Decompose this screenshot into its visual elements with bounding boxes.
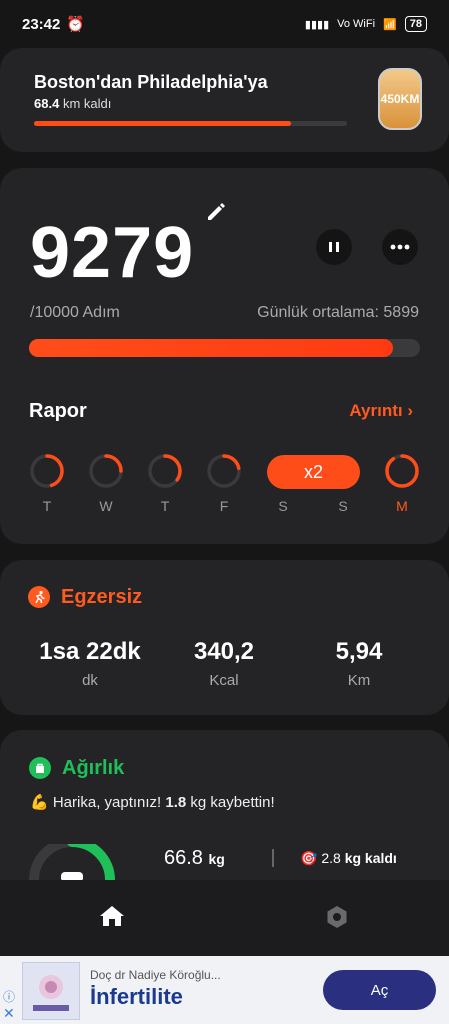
day-label: S bbox=[338, 498, 348, 514]
running-icon bbox=[28, 586, 50, 608]
exercise-duration-unit: dk bbox=[82, 672, 98, 689]
day-label: T bbox=[42, 498, 52, 514]
step-progress-bar bbox=[29, 339, 420, 357]
alarm-icon: ⏰ bbox=[66, 16, 86, 33]
weight-gauge bbox=[29, 844, 115, 880]
weight-remaining-unit: kg kaldı bbox=[344, 850, 397, 866]
report-detail-link[interactable]: Ayrıntı › bbox=[349, 401, 413, 421]
daily-average: Günlük ortalama: 5899 bbox=[257, 304, 419, 321]
divider bbox=[272, 849, 274, 867]
day-label: M bbox=[396, 498, 408, 514]
status-bar: 23:42 ⏰ ▮▮▮▮ Vo WiFi 📶 78 bbox=[0, 0, 449, 48]
report-detail-label: Ayrıntı bbox=[349, 401, 403, 420]
route-remaining-value: 68.4 bbox=[34, 96, 60, 111]
weight-praise: 💪 Harika, yaptınız! 1.8 kg kaybettin! bbox=[30, 793, 275, 811]
step-count: 9279 bbox=[30, 213, 195, 293]
more-button[interactable] bbox=[382, 229, 418, 265]
praise-prefix: 💪 Harika, yaptınız! bbox=[30, 794, 166, 811]
chevron-right-icon: › bbox=[407, 401, 413, 420]
day-label: W bbox=[99, 498, 113, 514]
signal-icon: ▮▮▮▮ bbox=[304, 18, 330, 31]
praise-suffix: kg kaybettin! bbox=[186, 794, 275, 811]
network-label: Vo WiFi bbox=[337, 18, 376, 30]
pause-icon bbox=[329, 242, 339, 252]
settings-icon[interactable] bbox=[324, 904, 350, 935]
report-title: Rapor bbox=[29, 400, 87, 422]
route-title: Boston'dan Philadelphia'ya bbox=[34, 72, 268, 92]
day-ring[interactable] bbox=[88, 453, 124, 489]
current-weight-unit: kg bbox=[208, 851, 225, 867]
step-goal: /10000 Adım bbox=[30, 304, 120, 321]
distance-badge[interactable]: 450KM bbox=[378, 68, 422, 130]
current-weight-value: 66.8 bbox=[164, 847, 203, 869]
route-remaining: 68.4 km kaldı bbox=[34, 96, 111, 111]
weight-title: Ağırlık bbox=[62, 757, 125, 779]
ad-image bbox=[22, 962, 80, 1020]
route-remaining-unit: km kaldı bbox=[62, 96, 112, 111]
wifi-icon: 📶 bbox=[383, 18, 397, 31]
exercise-distance-unit: Km bbox=[347, 672, 371, 689]
route-progress-fill bbox=[34, 121, 291, 126]
status-time: 23:42 bbox=[22, 15, 61, 33]
exercise-title: Egzersiz bbox=[61, 586, 143, 608]
weight-remaining-value: 2.8 bbox=[321, 850, 341, 866]
bottom-navigation bbox=[0, 880, 449, 956]
praise-value: 1.8 bbox=[165, 794, 187, 811]
ad-sponsor: Doç dr Nadiye Köroğlu... bbox=[90, 968, 221, 982]
more-icon bbox=[390, 244, 410, 250]
ad-info-icon[interactable]: ⓘ bbox=[3, 988, 15, 1005]
current-weight: 66.8 kg bbox=[164, 847, 225, 870]
day-label: F bbox=[219, 498, 229, 514]
day-label: S bbox=[278, 498, 288, 514]
exercise-calories-unit: Kcal bbox=[209, 672, 239, 689]
streak-pill[interactable]: x2 bbox=[267, 455, 360, 489]
step-progress-fill bbox=[29, 339, 393, 357]
exercise-duration: 1sa 22dk bbox=[39, 638, 141, 665]
battery-indicator: 78 bbox=[404, 16, 427, 32]
ad-close-icon[interactable]: ✕ bbox=[3, 1005, 15, 1022]
edit-icon[interactable] bbox=[205, 200, 227, 222]
day-ring[interactable] bbox=[147, 453, 183, 489]
home-icon[interactable] bbox=[98, 904, 126, 933]
weight-remaining: 🎯 2.8 kg kaldı bbox=[300, 850, 397, 867]
day-ring[interactable] bbox=[29, 453, 65, 489]
ad-open-button[interactable]: Aç bbox=[323, 970, 436, 1010]
exercise-distance: 5,94 bbox=[335, 638, 383, 665]
target-icon: 🎯 bbox=[300, 850, 318, 866]
day-ring[interactable] bbox=[206, 453, 242, 489]
exercise-calories: 340,2 bbox=[193, 638, 255, 665]
pause-button[interactable] bbox=[316, 229, 352, 265]
weight-scale-icon bbox=[29, 757, 51, 779]
ad-title: İnfertilite bbox=[90, 984, 183, 1009]
day-ring[interactable] bbox=[384, 453, 420, 489]
route-progress-bar bbox=[34, 121, 347, 126]
day-label: T bbox=[160, 498, 170, 514]
